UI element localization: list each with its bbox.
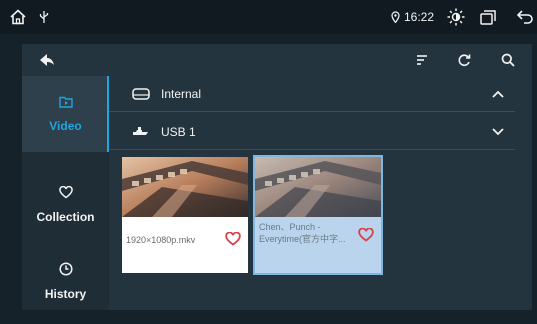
usb-icon: [38, 8, 50, 26]
video-folder-icon: [58, 95, 73, 113]
sidebar: Video Collection History: [22, 76, 109, 310]
brightness-icon[interactable]: [446, 8, 466, 26]
file-info: 1920×1080p.mkv: [122, 217, 248, 273]
file-name: Chen、Punch - Everytime(官方中字...: [259, 222, 346, 244]
status-bar: 16:22: [0, 0, 537, 34]
drive-icon: [131, 87, 151, 100]
favorite-heart-icon[interactable]: [358, 227, 374, 244]
storage-row-internal[interactable]: Internal: [109, 76, 515, 112]
sidebar-item-label: Collection: [36, 210, 95, 224]
file-card[interactable]: Chen、Punch - Everytime(官方中字...: [253, 155, 383, 275]
file-card[interactable]: 1920×1080p.mkv: [122, 157, 248, 273]
sidebar-item-label: Video: [49, 119, 82, 133]
storage-label: USB 1: [161, 124, 196, 139]
sidebar-item-collection[interactable]: Collection: [22, 167, 109, 243]
toolbar: [22, 44, 532, 76]
home-icon[interactable]: [8, 8, 28, 26]
heart-icon: [58, 185, 73, 204]
chevron-up-icon[interactable]: [489, 85, 507, 103]
video-thumbnail: [255, 157, 381, 217]
back-arrow-icon[interactable]: [36, 50, 58, 70]
location-icon: [390, 8, 400, 26]
back-icon[interactable]: [516, 8, 534, 26]
sidebar-item-label: History: [44, 286, 87, 301]
sort-icon[interactable]: [411, 50, 433, 70]
search-icon[interactable]: [497, 50, 519, 70]
storage-row-usb[interactable]: USB 1: [109, 114, 515, 150]
file-browser-panel: Video Collection History Internal USB 1 …: [22, 44, 532, 310]
clock-time: 16:22: [404, 10, 435, 24]
refresh-icon[interactable]: [453, 50, 475, 70]
usb-drive-icon: [131, 126, 151, 138]
file-info: Chen、Punch - Everytime(官方中字...: [255, 217, 381, 273]
chevron-down-icon[interactable]: [489, 123, 507, 141]
video-thumbnail: [122, 157, 248, 217]
file-name: 1920×1080p.mkv: [126, 235, 196, 245]
storage-label: Internal: [161, 86, 202, 101]
sidebar-item-video[interactable]: Video: [22, 76, 109, 152]
window-icon[interactable]: [479, 8, 497, 26]
favorite-heart-icon[interactable]: [225, 231, 241, 248]
sidebar-item-history[interactable]: History: [22, 243, 109, 319]
file-list: Internal USB 1 1920×1080p.mkv Chen、Punch…: [109, 76, 532, 310]
clock-icon: [58, 261, 73, 281]
